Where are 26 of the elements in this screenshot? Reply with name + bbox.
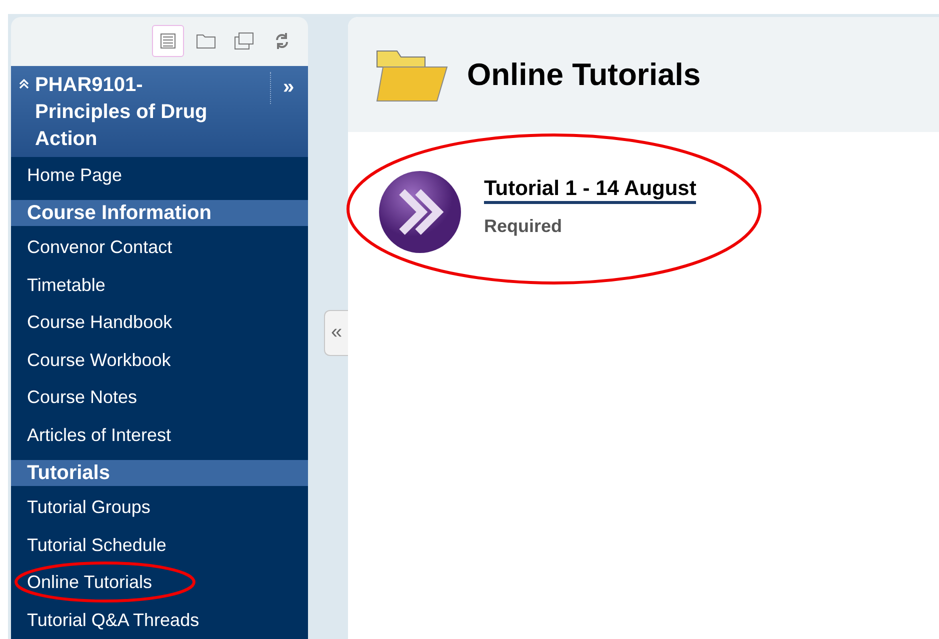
folder-icon <box>196 33 216 50</box>
menu-item[interactable]: Tutorial Q&A Threads <box>11 602 308 639</box>
menu-item[interactable]: Online Tutorials <box>11 564 308 602</box>
page-title: Online Tutorials <box>467 56 701 92</box>
menu-item[interactable]: Course Handbook <box>11 304 308 342</box>
refresh-icon <box>274 32 290 50</box>
status-label: Required <box>484 216 564 237</box>
list-icon <box>160 33 176 50</box>
menu-item[interactable]: Home Page <box>11 156 308 194</box>
tutorial-link[interactable]: Tutorial 1 - 14 August <box>484 177 696 204</box>
menu-item[interactable]: Course Workbook <box>11 342 308 379</box>
menu-item[interactable]: Tutorial Schedule <box>11 526 308 564</box>
menu-section-heading: Tutorials <box>11 460 308 486</box>
windows-icon <box>234 32 254 50</box>
toolbar-button[interactable] <box>152 25 184 58</box>
menu-section-heading: Course Information <box>11 200 308 226</box>
double-caret-up-icon <box>19 78 29 88</box>
menu-item[interactable]: Timetable <box>11 266 308 304</box>
collapse-button[interactable]: « <box>324 310 348 356</box>
course-title[interactable]: PHAR9101- Principles of Drug Action <box>19 72 270 152</box>
expand-button[interactable]: » <box>270 72 300 104</box>
menu-item[interactable]: Articles of Interest <box>11 416 308 454</box>
menu-item[interactable]: Course Notes <box>11 379 308 416</box>
menu-item[interactable]: Tutorial Groups <box>11 489 308 526</box>
menu-item[interactable]: Convenor Contact <box>11 229 308 266</box>
chevron-circle-icon <box>378 170 462 254</box>
